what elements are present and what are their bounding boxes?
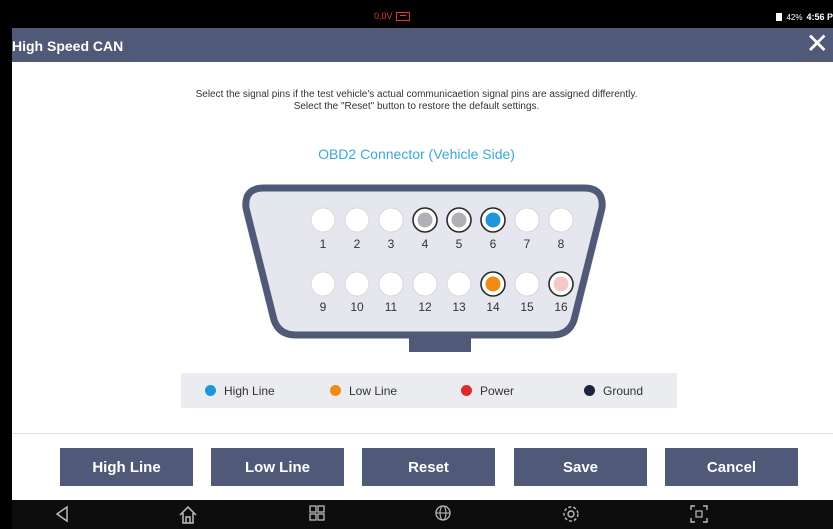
ground-dot-icon	[584, 385, 595, 396]
legend-label: Power	[480, 383, 515, 398]
save-button[interactable]: Save	[514, 448, 647, 486]
pin-number-label: 7	[524, 237, 531, 251]
obd2-connector: 12345678 9 10 11 12 13 14 15 16	[242, 184, 606, 352]
pin-circle	[378, 207, 404, 233]
android-nav-bar	[12, 500, 833, 529]
reset-button[interactable]: Reset	[362, 448, 495, 486]
voltage-text: 0.0V	[374, 11, 393, 21]
legend-item-ground: Ground	[584, 384, 643, 398]
pin-circle	[310, 207, 336, 233]
low-line-dot-icon	[330, 385, 341, 396]
legend-label: Ground	[603, 383, 644, 398]
pin-number-label: 2	[354, 237, 361, 251]
voltage-indicator: 0.0V	[374, 11, 410, 21]
pin-number-label: 15	[520, 300, 534, 314]
recent-apps-icon[interactable]	[308, 504, 326, 522]
connector-title: OBD2 Connector (Vehicle Side)	[318, 146, 515, 162]
high-line-button[interactable]: High Line	[60, 448, 193, 486]
pin-signal-dot	[485, 276, 501, 292]
pin-number-label: 9	[320, 300, 327, 314]
cancel-button[interactable]: Cancel	[665, 448, 798, 486]
app-window: 0.0V 42% 4:56 P High Speed CAN ✕ Select …	[12, 0, 833, 529]
pin-circle	[310, 271, 336, 297]
pin-number-label: 8	[558, 237, 565, 251]
pin-signal-dot	[485, 212, 501, 228]
battery-percent: 42%	[786, 12, 803, 22]
pin-circle	[514, 207, 540, 233]
high-line-dot-icon	[205, 385, 216, 396]
home-icon[interactable]	[177, 504, 199, 526]
title-bar: High Speed CAN ✕	[12, 28, 833, 62]
pin-number-label: 3	[388, 237, 395, 251]
pin-number-label: 16	[554, 300, 568, 314]
power-dot-icon	[461, 385, 472, 396]
pin-number-label: 14	[486, 300, 500, 314]
car-battery-icon	[395, 11, 410, 21]
pin-circle	[514, 271, 540, 297]
legend-item-low-line: Low Line	[330, 384, 397, 398]
pin-signal-dot	[417, 212, 433, 228]
divider	[12, 433, 833, 434]
connector-tab	[409, 335, 471, 352]
button-row: High Line Low Line Reset Save Cancel	[12, 448, 833, 486]
screenshot-icon[interactable]	[689, 504, 709, 524]
globe-icon[interactable]	[434, 504, 452, 522]
clock: 4:56 P	[806, 12, 833, 22]
pin-signal-dot	[451, 212, 467, 228]
pin-circle	[378, 271, 404, 297]
instructions: Select the signal pins if the test vehic…	[0, 89, 833, 113]
legend-label: Low Line	[349, 383, 398, 398]
pin-circle	[344, 271, 370, 297]
pin-signal-dot	[553, 276, 569, 292]
pin-number-label: 5	[456, 237, 463, 251]
status-bar: 0.0V 42% 4:56 P	[12, 0, 833, 28]
legend-item-high-line: High Line	[205, 384, 275, 398]
legend: High Line Low Line Power Ground	[181, 373, 677, 408]
gear-icon[interactable]	[561, 504, 581, 524]
pin-number-label: 13	[452, 300, 466, 314]
page-title: High Speed CAN	[12, 38, 124, 54]
low-line-button[interactable]: Low Line	[211, 448, 344, 486]
pin-number-label: 1	[320, 237, 327, 251]
instruction-line-2: Select the "Reset" button to restore the…	[293, 101, 540, 112]
close-icon[interactable]: ✕	[806, 30, 829, 58]
pin-number-label: 12	[418, 300, 432, 314]
pin-number-label: 6	[490, 237, 497, 251]
status-right: 42% 4:56 P	[776, 12, 833, 22]
battery-icon	[776, 13, 783, 21]
pin-number-label: 11	[385, 300, 398, 314]
instruction-line-1: Select the signal pins if the test vehic…	[195, 89, 638, 100]
pin-number-label: 4	[422, 237, 429, 251]
pin-number-label: 10	[350, 300, 364, 314]
pin-circle	[548, 207, 574, 233]
pin-circle	[412, 271, 438, 297]
back-icon[interactable]	[52, 504, 72, 524]
pin-circle	[344, 207, 370, 233]
legend-item-power: Power	[461, 384, 514, 398]
legend-label: High Line	[224, 383, 275, 398]
pin-circle	[446, 271, 472, 297]
